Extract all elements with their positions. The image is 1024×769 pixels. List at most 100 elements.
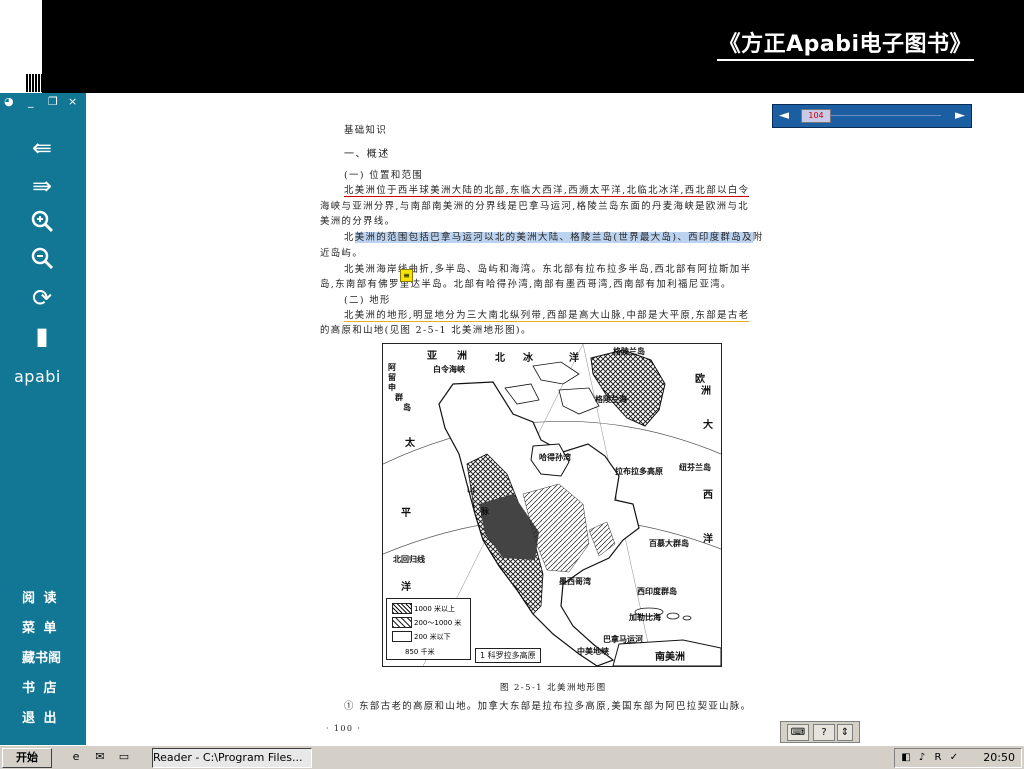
bottom-toolbar: ⌨ ? ⇕ bbox=[780, 721, 860, 743]
zoom-in-icon[interactable] bbox=[22, 208, 62, 238]
map-label: 中美地峡 bbox=[577, 647, 609, 656]
outlook-icon[interactable]: ✉ bbox=[92, 749, 108, 765]
legend-swatch-high bbox=[392, 603, 412, 614]
map-label: 山 bbox=[467, 485, 475, 494]
map-label: 拉布拉多高原 bbox=[615, 467, 663, 476]
legend-swatch-mid bbox=[392, 617, 412, 628]
clock: 20:50 bbox=[983, 751, 1015, 764]
system-tray: ◧ ♪ R ✓ 20:50 bbox=[894, 748, 1022, 768]
network-icon[interactable]: ◧ bbox=[899, 751, 913, 764]
nav-next-button[interactable]: ► bbox=[955, 105, 965, 127]
page-navigator: ◄ 104 ► bbox=[772, 104, 972, 128]
windows-taskbar: 开始 e ✉ ▭ Reader - C:\Program Files... ◧ … bbox=[0, 745, 1024, 769]
paragraph-line: 北美洲的范围包括巴拿马运河以北的美洲大陆、格陵兰岛(世界最大岛)、西印度群岛及附 bbox=[344, 229, 764, 243]
paragraph-line: 海峡与亚洲分界,与南部南美洲的分界线是巴拿马运河,格陵兰岛东面的丹麦海峡是欧洲与… bbox=[320, 201, 749, 212]
map-label: 平 bbox=[401, 508, 411, 519]
highlighted-text: 美洲的范围包括巴拿马运河以北的美洲大陆、格陵兰岛(世界最大岛)、西印度群岛及 bbox=[354, 232, 753, 243]
map-label: 巴拿马运河 bbox=[603, 635, 643, 644]
apabi-logo: apabi bbox=[14, 367, 61, 386]
map-label: 洲 bbox=[457, 351, 467, 362]
map-label: 格陵兰岛 bbox=[613, 347, 645, 356]
paragraph-line: 北美洲位于西半球美洲大陆的北部,东临大西洋,西濒太平洋,北临北冰洋,西北部以白令 bbox=[344, 182, 750, 197]
map-label: 北回归线 bbox=[393, 555, 425, 564]
reader-sidebar: ◕ _ ❐ × ⇚ ⇛ ⟳ ▮ apabi 阅 读 菜 单 藏书阁 书 店 退 … bbox=[0, 93, 86, 745]
legend-label: 200～1000 米 bbox=[414, 619, 462, 627]
book-header-title: 《方正Apabi电子图书》 bbox=[716, 26, 974, 61]
app-icon[interactable]: ◕ bbox=[4, 95, 14, 109]
scroll-arrows-icon[interactable]: ⇕ bbox=[837, 724, 853, 741]
map-label: 西印度群岛 bbox=[637, 587, 677, 596]
text-run: 附 bbox=[752, 232, 764, 243]
close-button[interactable]: × bbox=[68, 95, 77, 109]
next-page-icon[interactable]: ⇛ bbox=[22, 171, 62, 201]
note-icon[interactable]: ≡ bbox=[400, 269, 413, 282]
menu-exit[interactable]: 退 出 bbox=[22, 707, 59, 726]
map-label: 脉 bbox=[481, 507, 489, 516]
map-label: 百慕大群岛 bbox=[649, 539, 689, 548]
map-label: 洋 bbox=[401, 582, 411, 593]
keyboard-icon[interactable]: ⌨ bbox=[787, 724, 809, 741]
map-label: 墨西哥湾 bbox=[559, 577, 591, 586]
heading-position: (一) 位置和范围 bbox=[344, 170, 424, 181]
map-label: 洲 bbox=[701, 386, 711, 397]
security-icon[interactable]: ✓ bbox=[947, 751, 961, 764]
footnote: ① 东部古老的高原和山地。加拿大东部是拉布拉多高原,美国东部为阿巴拉契亚山脉。 bbox=[344, 701, 752, 712]
map-label: 大 bbox=[703, 420, 713, 431]
map-label: 白令海峡 bbox=[433, 365, 465, 374]
section-header: 基础知识 bbox=[344, 125, 388, 136]
map-label: 南美洲 bbox=[655, 652, 685, 663]
bookmark-icon[interactable]: ▮ bbox=[22, 321, 62, 351]
map-label: 群 bbox=[395, 393, 403, 402]
figure-caption: 图 2-5-1 北美洲地形图 bbox=[500, 683, 607, 693]
paragraph-line: 的高原和山地(见图 2-5-1 北美洲地形图)。 bbox=[320, 325, 532, 336]
menu-menu[interactable]: 菜 单 bbox=[22, 617, 59, 636]
map-label: 加勒比海 bbox=[629, 613, 661, 622]
paragraph-line: 北美洲的地形,明显地分为三大南北纵列带,西部是高大山脉,中部是大平原,东部是古老 bbox=[344, 307, 750, 322]
legend-swatch-low bbox=[392, 631, 412, 642]
volume-icon[interactable]: ♪ bbox=[915, 751, 929, 764]
north-america-map: 亚 洲 北 冰 洋 格陵兰岛 欧 洲 阿 留 申 群 岛 白令海峡 格陵兰海 大… bbox=[382, 343, 722, 667]
paragraph-line: 岛,东南部有佛罗里达半岛。北部有哈得孙湾,南部有墨西哥湾,西南部有加利福尼亚湾。 bbox=[320, 279, 732, 290]
map-scale: 850 千米 bbox=[405, 648, 435, 656]
map-label: 冰 bbox=[523, 353, 533, 364]
rotate-view-icon[interactable]: ⟳ bbox=[22, 283, 62, 313]
map-label: 格陵兰海 bbox=[595, 395, 627, 404]
book-page: ◄ 104 ► 基础知识 一、概述 (一) 位置和范围 北美洲位于西半球美洲大陆… bbox=[86, 93, 1024, 745]
previous-page-icon[interactable]: ⇚ bbox=[22, 133, 62, 163]
nav-prev-button[interactable]: ◄ bbox=[779, 105, 789, 127]
barcode-icon bbox=[26, 74, 42, 92]
map-label: 岛 bbox=[403, 403, 411, 412]
map-label: 哈得孙湾 bbox=[539, 453, 571, 462]
taskbar-reader-window[interactable]: Reader - C:\Program Files... bbox=[152, 748, 312, 768]
legend-label: 200 米以下 bbox=[414, 633, 451, 641]
minimize-button[interactable]: _ bbox=[28, 95, 34, 109]
page-number-input[interactable]: 104 bbox=[801, 109, 831, 123]
text-run: 北 bbox=[344, 232, 355, 243]
page-number: · 100 · bbox=[326, 724, 362, 733]
menu-read[interactable]: 阅 读 bbox=[22, 587, 59, 606]
map-label: 亚 bbox=[427, 351, 437, 362]
ie-icon[interactable]: e bbox=[68, 749, 84, 765]
legend-label: 1000 米以上 bbox=[414, 605, 456, 613]
start-button[interactable]: 开始 bbox=[2, 748, 52, 768]
map-label: 纽芬兰岛 bbox=[679, 463, 711, 472]
map-note: 1 科罗拉多高原 bbox=[475, 648, 541, 663]
map-label: 洋 bbox=[703, 534, 713, 545]
map-label: 北 bbox=[495, 353, 505, 364]
zoom-out-icon[interactable] bbox=[22, 245, 62, 275]
reader-tray-icon[interactable]: R bbox=[931, 751, 945, 764]
menu-library[interactable]: 藏书阁 bbox=[22, 647, 61, 666]
paragraph-line: 近岛屿。 bbox=[320, 248, 364, 259]
map-label: 太 bbox=[405, 438, 415, 449]
menu-bookstore[interactable]: 书 店 bbox=[22, 677, 59, 696]
desktop-icon[interactable]: ▭ bbox=[116, 749, 132, 765]
restore-button[interactable]: ❐ bbox=[48, 95, 58, 109]
heading-overview: 一、概述 bbox=[344, 149, 390, 160]
task-label: Reader - C:\Program Files... bbox=[153, 751, 303, 764]
paragraph-line: 美洲的分界线。 bbox=[320, 216, 396, 227]
map-label: 洋 bbox=[569, 353, 579, 364]
help-icon[interactable]: ? bbox=[813, 724, 835, 741]
page-slider[interactable] bbox=[831, 115, 941, 116]
heading-terrain: (二) 地形 bbox=[344, 295, 391, 306]
map-label: 西 bbox=[703, 490, 713, 501]
